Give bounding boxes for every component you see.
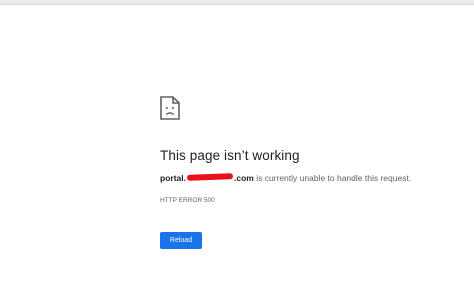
reload-button[interactable]: Reload xyxy=(160,232,202,249)
page-title: This page isn’t working xyxy=(160,148,300,163)
error-code: HTTP ERROR 500 xyxy=(160,197,215,204)
redaction-mark xyxy=(186,173,234,181)
sad-page-icon xyxy=(160,96,180,120)
message-text: is currently unable to handle this reque… xyxy=(253,173,412,183)
domain-prefix: portal. xyxy=(160,173,186,183)
domain-suffix: .com xyxy=(233,173,254,183)
error-page-content: This page isn’t working portal. .com is c… xyxy=(160,96,460,249)
browser-top-border xyxy=(0,0,474,5)
error-message: portal. .com is currently unable to handl… xyxy=(160,173,460,184)
